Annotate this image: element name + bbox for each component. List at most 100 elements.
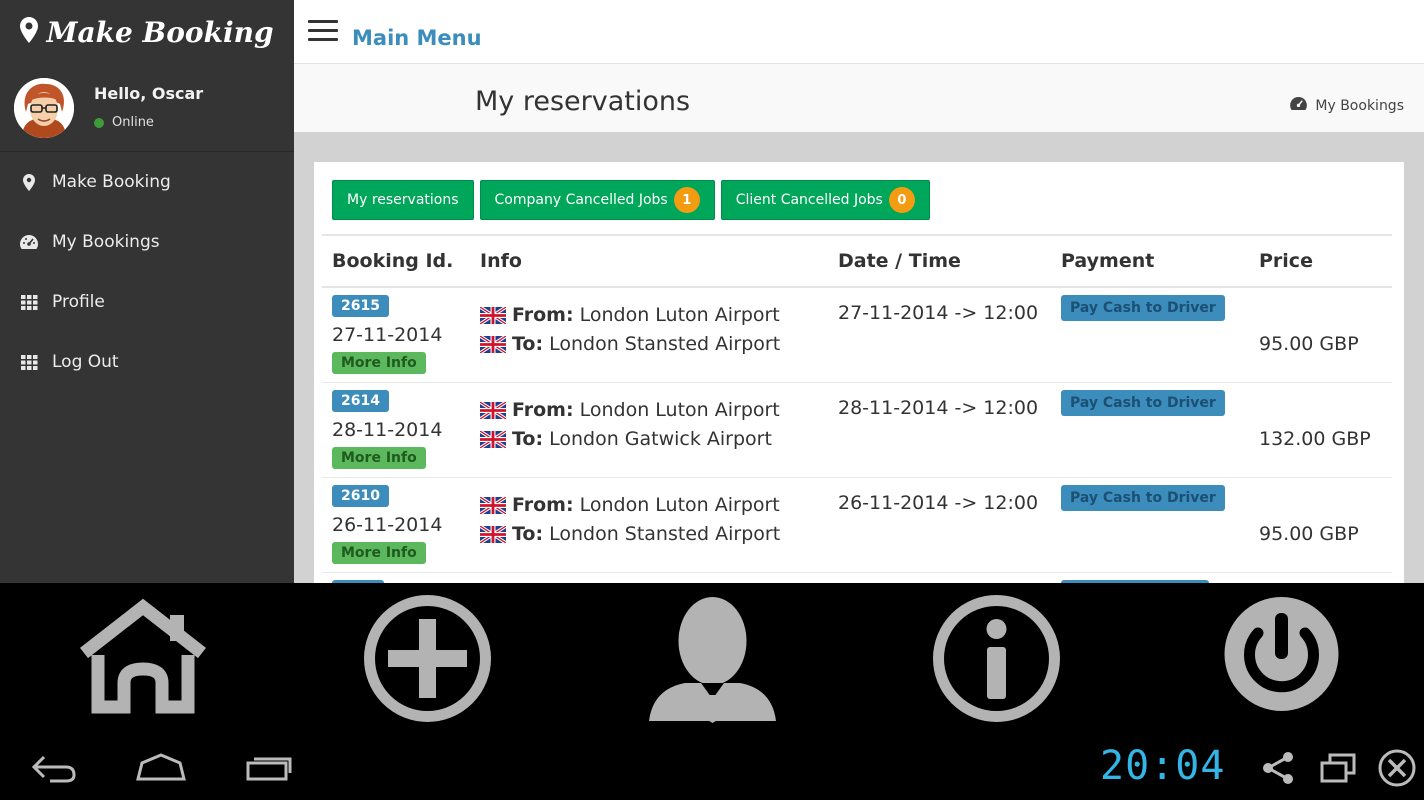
payment-badge: Pay Cash to Driver — [1061, 485, 1225, 511]
reservation-tabs: My reservations Company Cancelled Jobs 1… — [332, 180, 930, 220]
from-location: London Luton Airport — [579, 304, 780, 326]
sidebar-item-profile[interactable]: Profile — [0, 272, 294, 332]
uk-flag-icon — [479, 495, 507, 515]
grid-icon — [20, 353, 38, 371]
map-marker-icon — [20, 173, 38, 191]
count-badge: 1 — [673, 187, 700, 213]
avatar — [14, 78, 74, 138]
sidebar-item-my-bookings[interactable]: My Bookings — [0, 212, 294, 272]
map-marker-icon — [20, 17, 39, 47]
column-header-info: Info — [480, 250, 522, 272]
breadcrumb[interactable]: My Bookings — [1290, 97, 1404, 114]
route-to: To: London Stansted Airport — [479, 523, 781, 545]
booking-id-badge: 2610 — [332, 485, 389, 507]
route-to: To: London Stansted Airport — [479, 333, 781, 355]
to-location: London Gatwick Airport — [549, 428, 772, 450]
booking-datetime: 27-11-2014 -> 12:00 — [838, 302, 1039, 324]
user-status-label: Online — [112, 115, 154, 130]
payment-badge: Pay Cash to Driver — [1061, 295, 1225, 321]
booking-datetime: 26-11-2014 -> 12:00 — [838, 492, 1039, 514]
count-badge: 0 — [888, 187, 915, 213]
dashboard-icon — [1290, 97, 1308, 114]
sidebar-item-label: My Bookings — [52, 232, 160, 252]
sidebar-item-make-booking[interactable]: Make Booking — [0, 152, 294, 212]
add-icon[interactable] — [360, 591, 495, 726]
to-label: To: — [512, 333, 544, 355]
tab-label: My reservations — [347, 192, 459, 208]
column-header-price: Price — [1259, 250, 1313, 272]
sidebar-nav: Make Booking My Bookings Profile Log Out — [0, 152, 294, 392]
table-row: 2615 27-11-2014 More Info From: London L… — [322, 288, 1392, 383]
table-row: 2614 28-11-2014 More Info From: London L… — [322, 383, 1392, 478]
more-info-button[interactable]: More Info — [332, 542, 426, 564]
more-info-button[interactable]: More Info — [332, 447, 426, 469]
clock: 20:04 — [1100, 743, 1226, 789]
system-bar: 20:04 — [0, 733, 1424, 800]
to-location: London Stansted Airport — [549, 333, 781, 355]
booking-date: 27-11-2014 — [332, 324, 443, 346]
sidebar-item-label: Make Booking — [52, 172, 171, 192]
from-label: From: — [512, 494, 574, 516]
info-icon[interactable] — [929, 591, 1064, 726]
column-header-date-time: Date / Time — [838, 250, 961, 272]
content-area: My reservations Company Cancelled Jobs 1… — [294, 132, 1424, 583]
uk-flag-icon — [479, 305, 507, 325]
from-label: From: — [512, 304, 574, 326]
route-from: From: London Luton Airport — [479, 494, 780, 516]
user-panel: Hello, Oscar Online — [0, 64, 294, 152]
uk-flag-icon — [479, 524, 507, 544]
dashboard-icon — [20, 233, 38, 251]
grid-icon — [20, 293, 38, 311]
back-icon[interactable] — [30, 749, 78, 789]
home-button-icon[interactable] — [134, 749, 188, 789]
route-from: From: London Luton Airport — [479, 304, 780, 326]
reservations-panel: My reservations Company Cancelled Jobs 1… — [314, 162, 1404, 583]
user-greeting: Hello, Oscar — [94, 84, 204, 103]
booking-id-badge: 2614 — [332, 390, 389, 412]
share-icon[interactable] — [1260, 751, 1296, 789]
recent-apps-icon[interactable] — [244, 749, 296, 789]
reservations-table: Booking Id. Info Date / Time Payment Pri… — [322, 234, 1392, 583]
column-header-booking-id: Booking Id. — [332, 250, 454, 272]
tab-client-cancelled-jobs[interactable]: Client Cancelled Jobs 0 — [720, 180, 930, 220]
table-row — [322, 573, 1392, 583]
sidebar: Make Booking Hello, Oscar Online Make Bo… — [0, 0, 294, 583]
table-row: 2610 26-11-2014 More Info From: London L… — [322, 478, 1392, 573]
from-location: London Luton Airport — [579, 399, 780, 421]
hamburger-menu-icon[interactable] — [308, 20, 338, 42]
power-icon[interactable] — [1214, 591, 1349, 726]
user-status: Online — [94, 115, 154, 130]
breadcrumb-label: My Bookings — [1315, 97, 1404, 114]
window-icon[interactable] — [1318, 751, 1358, 789]
column-header-payment: Payment — [1061, 250, 1155, 272]
top-header: Main Menu — [294, 0, 1424, 64]
to-location: London Stansted Airport — [549, 523, 781, 545]
app-screen: Make Booking Hello, Oscar Online Make Bo… — [0, 0, 1424, 800]
brand-title: Make Booking — [46, 15, 274, 49]
app-dock — [0, 583, 1424, 733]
sidebar-item-log-out[interactable]: Log Out — [0, 332, 294, 392]
sidebar-item-label: Profile — [52, 292, 105, 312]
route-to: To: London Gatwick Airport — [479, 428, 772, 450]
user-icon[interactable] — [645, 591, 780, 726]
uk-flag-icon — [479, 334, 507, 354]
uk-flag-icon — [479, 400, 507, 420]
main-menu-title[interactable]: Main Menu — [352, 26, 482, 50]
booking-datetime: 28-11-2014 -> 12:00 — [838, 397, 1039, 419]
more-info-button[interactable]: More Info — [332, 352, 426, 374]
table-header: Booking Id. Info Date / Time Payment Pri… — [322, 234, 1392, 288]
tab-my-reservations[interactable]: My reservations — [332, 180, 474, 220]
uk-flag-icon — [479, 429, 507, 449]
to-label: To: — [512, 428, 544, 450]
content-header: My reservations My Bookings — [294, 64, 1424, 132]
route-from: From: London Luton Airport — [479, 399, 780, 421]
brand[interactable]: Make Booking — [0, 0, 294, 64]
tab-company-cancelled-jobs[interactable]: Company Cancelled Jobs 1 — [479, 180, 715, 220]
online-status-icon — [94, 117, 104, 128]
page-title: My reservations — [475, 86, 691, 117]
tab-label: Company Cancelled Jobs — [494, 192, 668, 208]
home-icon[interactable] — [76, 591, 211, 726]
booking-date: 28-11-2014 — [332, 419, 443, 441]
payment-badge: Pay Cash to Driver — [1061, 390, 1225, 416]
close-icon[interactable] — [1376, 747, 1418, 793]
